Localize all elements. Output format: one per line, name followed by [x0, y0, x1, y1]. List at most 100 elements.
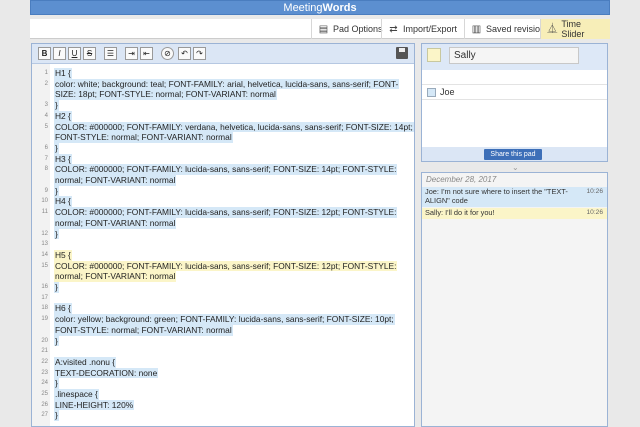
italic-button[interactable]: I: [53, 47, 66, 60]
line-text: TEXT-DECORATION: none: [54, 367, 159, 379]
editor-content[interactable]: 1 H1 {2 color: white; background: teal; FO…: [32, 64, 414, 426]
editor-line[interactable]: 4 H2 {: [32, 110, 414, 122]
bold-button[interactable]: B: [38, 47, 51, 60]
editor-line[interactable]: FONT-STYLE: normal; FONT-VARIANT: normal: [32, 324, 414, 336]
line-text: normal; FONT-VARIANT: normal: [54, 217, 177, 229]
pad-options-button[interactable]: ▤ Pad Options: [311, 19, 389, 39]
editor-line[interactable]: 3}: [32, 100, 414, 111]
line-text: LINE-HEIGHT: 120%: [54, 399, 135, 411]
my-color-swatch[interactable]: [427, 48, 441, 62]
my-user-row: Sally: [422, 44, 607, 70]
line-text: }: [54, 335, 59, 347]
editor-line[interactable]: 16}: [32, 282, 414, 293]
panel-resize-handle[interactable]: ⌄: [512, 163, 519, 172]
line-number: 27: [41, 412, 48, 419]
line-number: 12: [41, 230, 48, 237]
editor-line[interactable]: FONT-STYLE: normal; FONT-VARIANT: normal: [32, 132, 414, 143]
line-number: 9: [44, 187, 48, 194]
underline-button[interactable]: U: [68, 47, 81, 60]
app-title-bar: MeetingWords: [30, 0, 610, 15]
line-text: }: [54, 378, 59, 389]
line-text: A:visited .nonu {: [54, 356, 117, 368]
user-name: Joe: [440, 87, 455, 97]
clear-authorship-icon[interactable]: ⊘: [161, 47, 174, 60]
line-text: }: [54, 228, 59, 240]
editor-line[interactable]: 10 H4 {: [32, 196, 414, 208]
line-text: H6 {: [54, 303, 72, 315]
editor-line[interactable]: normal; FONT-VARIANT: normal: [32, 271, 414, 282]
editor-line[interactable]: SIZE: 18pt; FONT-STYLE: normal; FONT-VAR…: [32, 89, 414, 101]
line-text: COLOR: #000000; FONT-FAMILY: lucida-sans…: [54, 207, 398, 218]
line-text: H4 {: [54, 196, 72, 208]
line-text: H2 {: [54, 110, 72, 122]
my-name-input[interactable]: Sally: [449, 47, 579, 64]
line-number: 23: [41, 369, 48, 376]
editor-line[interactable]: 26 LINE-HEIGHT: 120%: [32, 399, 414, 411]
editor-line[interactable]: 20}: [32, 335, 414, 347]
outdent-icon[interactable]: ⇤: [140, 47, 153, 60]
line-text: color: yellow; background: green; FONT-F…: [54, 314, 395, 325]
chat-message-text: Joe: I'm not sure where to insert the "T…: [425, 187, 568, 205]
editor-line[interactable]: 7 H3 {: [32, 153, 414, 165]
editor-line[interactable]: 5 COLOR: #000000; FONT-FAMILY: verdana, h…: [32, 121, 414, 133]
chat-date: December 28, 2017: [426, 175, 497, 184]
editor-line[interactable]: 14 H5 {: [32, 249, 414, 261]
line-number: 3: [44, 102, 48, 109]
redo-icon[interactable]: ↷: [193, 47, 206, 60]
line-text: color: white; background: teal; FONT-FAM…: [54, 78, 400, 90]
line-number: 4: [44, 112, 48, 119]
line-text: COLOR: #000000; FONT-FAMILY: lucida-sans…: [54, 260, 398, 272]
strikethrough-button[interactable]: S: [83, 47, 96, 60]
editor-line[interactable]: 23 TEXT-DECORATION: none: [32, 367, 414, 379]
line-number: 8: [44, 166, 48, 173]
editor-line[interactable]: 19 color: yellow; background: green; FONT…: [32, 314, 414, 325]
undo-icon[interactable]: ↶: [178, 47, 191, 60]
line-text: }: [54, 185, 59, 197]
editor-line[interactable]: 9}: [32, 185, 414, 197]
editor-line[interactable]: 17: [32, 293, 414, 304]
editor-line[interactable]: 24}: [32, 378, 414, 389]
pad-editor: B I U S ☰ ⇥ ⇤ ⊘ ↶ ↷ 1 H1 {2 color: white; …: [31, 43, 415, 427]
line-text: H5 {: [54, 249, 72, 261]
editor-toolbar: B I U S ☰ ⇥ ⇤ ⊘ ↶ ↷: [32, 44, 414, 64]
editor-line[interactable]: 21: [32, 346, 414, 357]
editor-line[interactable]: 15 COLOR: #000000; FONT-FAMILY: lucida-sa…: [32, 260, 414, 272]
save-revision-icon[interactable]: [396, 47, 408, 59]
editor-line[interactable]: 13: [32, 239, 414, 250]
line-number: 5: [44, 123, 48, 130]
editor-line[interactable]: 27}: [32, 410, 414, 422]
editor-line[interactable]: 22 A:visited .nonu {: [32, 356, 414, 368]
line-text: FONT-STYLE: normal; FONT-VARIANT: normal: [54, 132, 233, 143]
import-export-button[interactable]: ⇄ Import/Export: [381, 19, 463, 39]
line-number: 17: [41, 294, 48, 301]
editor-line[interactable]: 11 COLOR: #000000; FONT-FAMILY: lucida-sa…: [32, 207, 414, 218]
user-row: Joe: [422, 84, 607, 100]
editor-line[interactable]: normal; FONT-VARIANT: normal: [32, 217, 414, 229]
document-icon: ▤: [318, 23, 329, 35]
indent-icon[interactable]: ⇥: [125, 47, 138, 60]
share-bar: Share this pad: [422, 147, 607, 161]
line-text: normal; FONT-VARIANT: normal: [54, 175, 177, 186]
editor-line[interactable]: 18 H6 {: [32, 303, 414, 315]
swap-arrows-icon: ⇄: [389, 23, 398, 35]
editor-line[interactable]: normal; FONT-VARIANT: normal: [32, 175, 414, 186]
editor-line[interactable]: 25 .linespace {: [32, 389, 414, 400]
app-title: MeetingWords: [283, 2, 357, 14]
line-text: H3 {: [54, 153, 72, 165]
editor-line[interactable]: 2 color: white; background: teal; FONT-FA…: [32, 78, 414, 90]
line-number: 10: [41, 198, 48, 205]
chat-message-time: 10:26: [586, 188, 603, 195]
time-slider-button[interactable]: ⏅ Time Slider: [540, 19, 610, 39]
bullet-list-icon[interactable]: ☰: [104, 47, 117, 60]
editor-line[interactable]: 6}: [32, 142, 414, 154]
line-number: 11: [41, 209, 48, 216]
line-text: SIZE: 18pt; FONT-STYLE: normal; FONT-VAR…: [54, 89, 277, 101]
line-text: normal; FONT-VARIANT: normal: [54, 271, 177, 282]
editor-line[interactable]: 8 COLOR: #000000; FONT-FAMILY: lucida-san…: [32, 164, 414, 175]
line-number: 6: [44, 144, 48, 151]
stack-icon: ▥: [471, 23, 482, 35]
line-number: 25: [41, 391, 48, 397]
editor-line[interactable]: 12}: [32, 228, 414, 240]
editor-line[interactable]: 1 H1 {: [32, 68, 414, 79]
share-pad-button[interactable]: Share this pad: [484, 149, 542, 160]
